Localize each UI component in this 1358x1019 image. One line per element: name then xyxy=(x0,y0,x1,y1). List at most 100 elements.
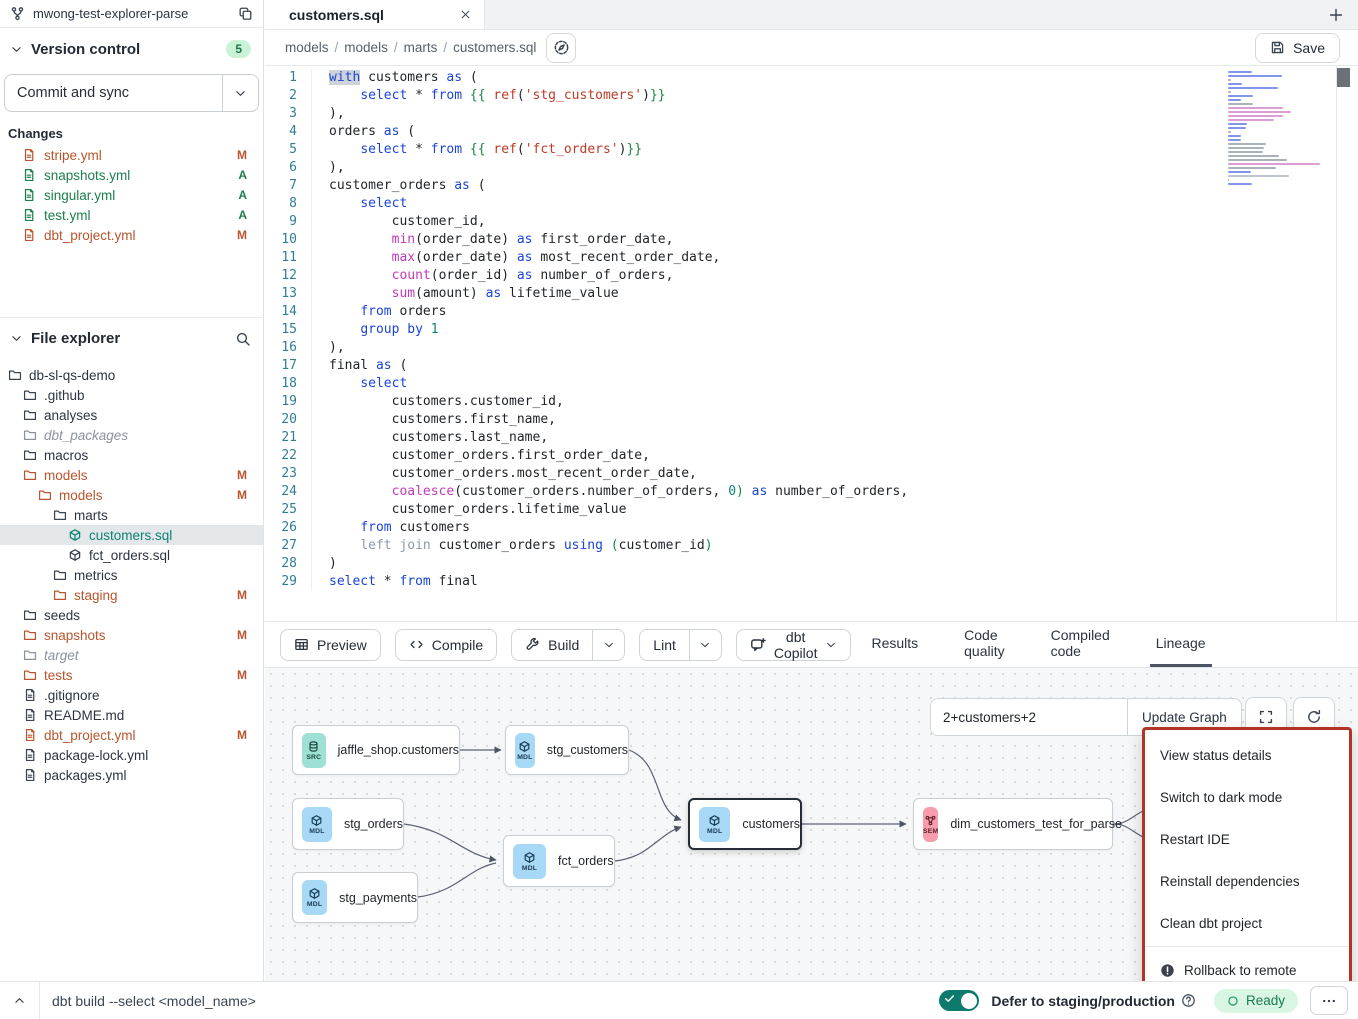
code-line-3[interactable]: 3), xyxy=(265,105,1358,123)
code-line-27[interactable]: 27 left join customer_orders using (cust… xyxy=(265,537,1358,555)
build-button[interactable]: Build xyxy=(512,630,592,660)
code-line-24[interactable]: 24 coalesce(customer_orders.number_of_or… xyxy=(265,483,1358,501)
close-icon[interactable] xyxy=(459,8,472,21)
code-line-17[interactable]: 17final as ( xyxy=(265,357,1358,375)
breadcrumb-item-models[interactable]: models xyxy=(285,40,329,55)
defer-toggle[interactable] xyxy=(939,990,979,1011)
help-icon[interactable] xyxy=(1181,993,1196,1008)
file-explorer-header[interactable]: File explorer xyxy=(0,318,263,355)
breadcrumb-item-customers.sql[interactable]: customers.sql xyxy=(453,40,536,55)
change-file-snapshots.yml[interactable]: snapshots.yml A xyxy=(0,165,263,185)
change-file-dbt_project.yml[interactable]: dbt_project.yml M xyxy=(0,225,263,245)
version-control-header[interactable]: Version control 5 xyxy=(0,28,263,66)
tree-item-README.md[interactable]: README.md xyxy=(0,705,263,725)
code-line-14[interactable]: 14 from orders xyxy=(265,303,1358,321)
copy-branch-icon[interactable] xyxy=(238,6,253,21)
commit-options-dropdown[interactable] xyxy=(222,75,258,111)
code-line-8[interactable]: 8 select xyxy=(265,195,1358,213)
code-line-16[interactable]: 16), xyxy=(265,339,1358,357)
code-line-1[interactable]: 1with customers as ( xyxy=(265,69,1358,87)
tree-item-db-sl-qs-demo[interactable]: db-sl-qs-demo xyxy=(0,365,263,385)
editor-scrollbar[interactable] xyxy=(1336,66,1350,621)
tab-compiled-code[interactable]: Compiled code xyxy=(1045,622,1116,667)
new-tab-button[interactable] xyxy=(1314,0,1358,29)
lint-dropdown[interactable] xyxy=(689,630,721,660)
code-line-10[interactable]: 10 min(order_date) as first_order_date, xyxy=(265,231,1358,249)
code-line-5[interactable]: 5 select * from {{ ref('fct_orders')}} xyxy=(265,141,1358,159)
code-line-11[interactable]: 11 max(order_date) as most_recent_order_… xyxy=(265,249,1358,267)
more-options-button[interactable] xyxy=(1310,986,1348,1015)
code-line-29[interactable]: 29select * from final xyxy=(265,573,1358,591)
tree-item-marts[interactable]: marts xyxy=(0,505,263,525)
tree-item-customers.sql[interactable]: customers.sql xyxy=(0,525,263,545)
compile-button[interactable]: Compile xyxy=(395,629,497,661)
lineage-selector-input[interactable] xyxy=(931,699,1127,735)
tree-item-.gitignore[interactable]: .gitignore xyxy=(0,685,263,705)
tab-code-quality[interactable]: Code quality xyxy=(958,622,1010,667)
menu-item-switch-to-dark-mode[interactable]: Switch to dark mode xyxy=(1145,776,1349,818)
menu-item-restart-ide[interactable]: Restart IDE xyxy=(1145,818,1349,860)
commit-and-sync-button[interactable]: Commit and sync xyxy=(4,74,259,112)
lineage-node-dim_customers_test_for_parse[interactable]: SEM dim_customers_test_for_parse xyxy=(913,798,1113,850)
tree-item-snapshots[interactable]: snapshotsM xyxy=(0,625,263,645)
tree-item-macros[interactable]: macros xyxy=(0,445,263,465)
change-file-singular.yml[interactable]: singular.yml A xyxy=(0,185,263,205)
preview-button[interactable]: Preview xyxy=(280,629,381,661)
lint-button[interactable]: Lint xyxy=(640,630,689,660)
code-line-21[interactable]: 21 customers.last_name, xyxy=(265,429,1358,447)
command-input[interactable]: dbt build --select <model_name> xyxy=(40,993,939,1009)
tab-lineage[interactable]: Lineage xyxy=(1150,622,1212,667)
code-line-23[interactable]: 23 customer_orders.most_recent_order_dat… xyxy=(265,465,1358,483)
tab-results[interactable]: Results xyxy=(865,622,924,667)
tree-item-dbt_project.yml[interactable]: dbt_project.ymlM xyxy=(0,725,263,745)
code-line-4[interactable]: 4orders as ( xyxy=(265,123,1358,141)
lineage-node-stg_payments[interactable]: MDL stg_payments xyxy=(292,872,418,923)
code-line-15[interactable]: 15 group by 1 xyxy=(265,321,1358,339)
tree-item-target[interactable]: target xyxy=(0,645,263,665)
tree-item-models[interactable]: modelsM xyxy=(0,465,263,485)
code-line-6[interactable]: 6), xyxy=(265,159,1358,177)
tree-item-models[interactable]: modelsM xyxy=(0,485,263,505)
breadcrumb-item-models[interactable]: models xyxy=(344,40,388,55)
tree-item-seeds[interactable]: seeds xyxy=(0,605,263,625)
breadcrumb-item-marts[interactable]: marts xyxy=(404,40,438,55)
code-line-12[interactable]: 12 count(order_id) as number_of_orders, xyxy=(265,267,1358,285)
tree-item-metrics[interactable]: metrics xyxy=(0,565,263,585)
code-line-9[interactable]: 9 customer_id, xyxy=(265,213,1358,231)
build-dropdown[interactable] xyxy=(592,630,624,660)
change-file-stripe.yml[interactable]: stripe.yml M xyxy=(0,145,263,165)
tree-item-staging[interactable]: stagingM xyxy=(0,585,263,605)
tree-item-packages.yml[interactable]: packages.yml xyxy=(0,765,263,785)
code-line-13[interactable]: 13 sum(amount) as lifetime_value xyxy=(265,285,1358,303)
code-editor[interactable]: 1with customers as (2 select * from {{ r… xyxy=(265,66,1358,621)
tab-customers-sql[interactable]: customers.sql xyxy=(265,0,485,29)
lineage-node-customers[interactable]: MDL customers xyxy=(688,798,802,850)
code-line-22[interactable]: 22 customer_orders.first_order_date, xyxy=(265,447,1358,465)
code-line-25[interactable]: 25 customer_orders.lifetime_value xyxy=(265,501,1358,519)
lineage-node-jaffle_shop_customers[interactable]: SRC jaffle_shop.customers xyxy=(292,725,460,775)
search-icon[interactable] xyxy=(235,331,251,347)
code-line-2[interactable]: 2 select * from {{ ref('stg_customers')}… xyxy=(265,87,1358,105)
code-line-26[interactable]: 26 from customers xyxy=(265,519,1358,537)
code-line-18[interactable]: 18 select xyxy=(265,375,1358,393)
copilot-compass-button[interactable] xyxy=(546,33,576,63)
tree-item-analyses[interactable]: analyses xyxy=(0,405,263,425)
lineage-node-fct_orders[interactable]: MDL fct_orders xyxy=(503,835,615,887)
code-line-28[interactable]: 28) xyxy=(265,555,1358,573)
menu-item-view-status-details[interactable]: View status details xyxy=(1145,734,1349,776)
collapse-command-bar-button[interactable] xyxy=(0,982,40,1019)
code-line-7[interactable]: 7customer_orders as ( xyxy=(265,177,1358,195)
lineage-node-stg_customers[interactable]: MDL stg_customers xyxy=(505,725,629,775)
tree-item-package-lock.yml[interactable]: package-lock.yml xyxy=(0,745,263,765)
minimap[interactable] xyxy=(1228,71,1328,187)
lineage-node-stg_orders[interactable]: MDL stg_orders xyxy=(292,798,404,850)
tree-item-fct_orders.sql[interactable]: fct_orders.sql xyxy=(0,545,263,565)
scrollbar-thumb[interactable] xyxy=(1337,68,1350,87)
tree-item-dbt_packages[interactable]: dbt_packages xyxy=(0,425,263,445)
menu-item-rollback-to-remote[interactable]: Rollback to remote xyxy=(1145,949,1349,981)
code-line-19[interactable]: 19 customers.customer_id, xyxy=(265,393,1358,411)
change-file-test.yml[interactable]: test.yml A xyxy=(0,205,263,225)
save-button[interactable]: Save xyxy=(1255,33,1340,63)
menu-item-clean-dbt-project[interactable]: Clean dbt project xyxy=(1145,902,1349,944)
menu-item-reinstall-dependencies[interactable]: Reinstall dependencies xyxy=(1145,860,1349,902)
